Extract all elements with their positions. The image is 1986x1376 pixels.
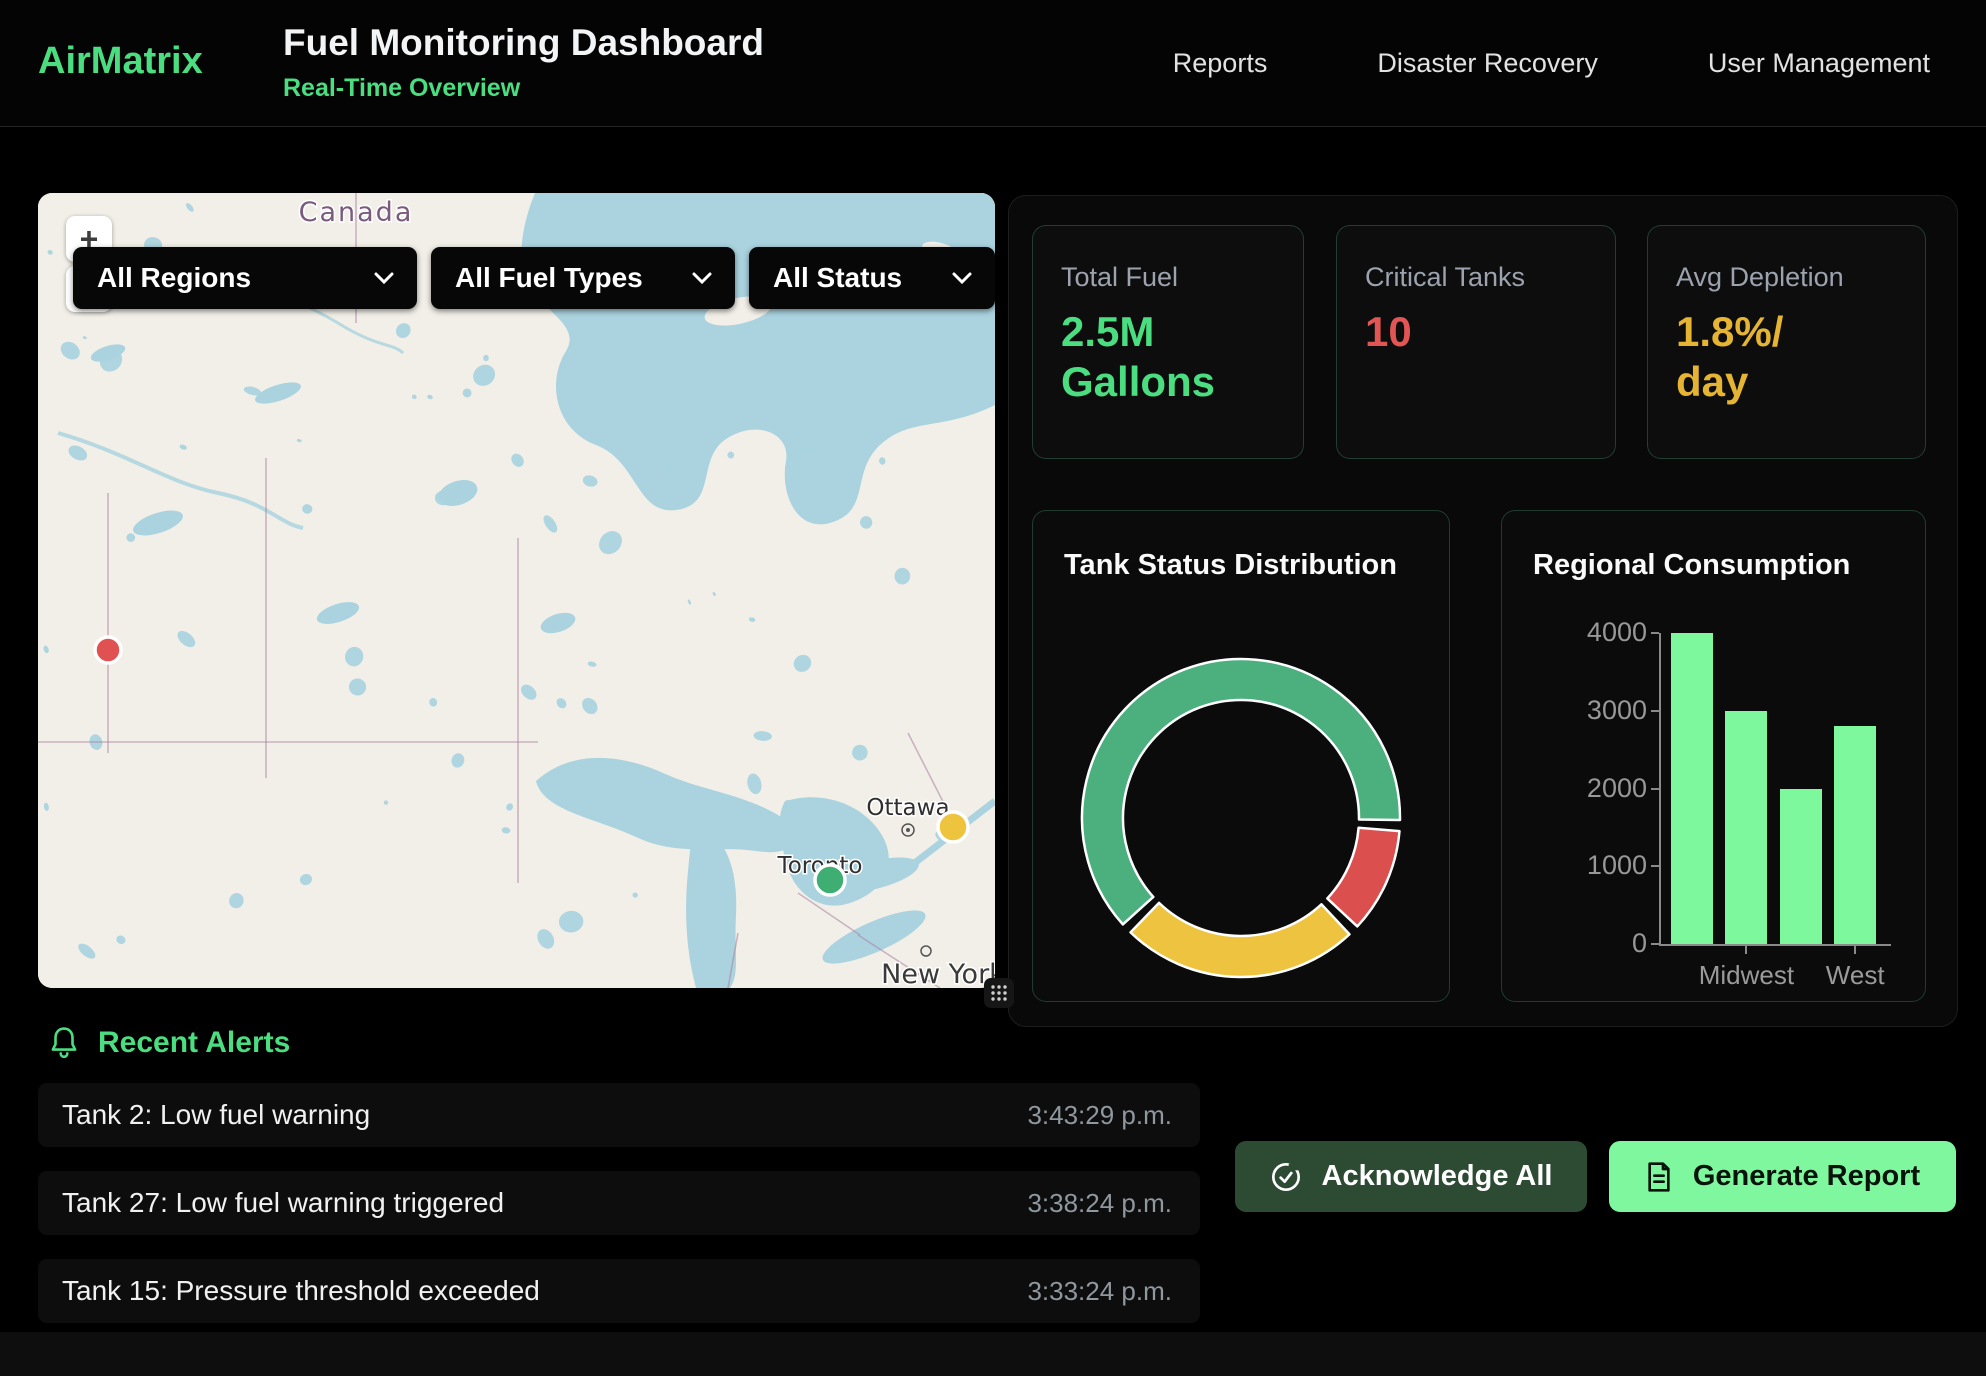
tank-status-donut-chart (1033, 511, 1451, 1003)
y-tick (1651, 865, 1659, 867)
stat-value-avg-depletion: 1.8%/day (1676, 307, 1798, 406)
map-canvas: CanadaOttawaTorontoNew York (38, 193, 995, 988)
y-tick-label: 1000 (1537, 850, 1647, 881)
nav-reports[interactable]: Reports (1173, 48, 1268, 79)
y-tick (1651, 710, 1659, 712)
status-filter-value: All Status (773, 262, 902, 294)
app-header: AirMatrix Fuel Monitoring Dashboard Real… (0, 0, 1986, 127)
stat-label: Critical Tanks (1365, 262, 1615, 293)
brand-logo: AirMatrix (38, 40, 203, 83)
bar-2 (1780, 789, 1822, 945)
alert-timestamp: 3:43:29 p.m. (1027, 1100, 1172, 1131)
red-status-marker[interactable] (95, 637, 121, 663)
green-status-marker[interactable] (815, 865, 845, 895)
alert-timestamp: 3:38:24 p.m. (1027, 1188, 1172, 1219)
bar-0 (1671, 633, 1713, 944)
alert-message: Tank 27: Low fuel warning triggered (62, 1187, 504, 1219)
y-tick-label: 2000 (1537, 773, 1647, 804)
generate-report-label: Generate Report (1693, 1160, 1920, 1193)
map-filter-bar: All Regions All Fuel Types All Status (73, 247, 995, 309)
svg-text:New York: New York (881, 959, 995, 988)
alert-list-item[interactable]: Tank 27: Low fuel warning triggered 3:38… (38, 1171, 1200, 1235)
footer-strip (0, 1332, 1986, 1376)
alert-timestamp: 3:33:24 p.m. (1027, 1276, 1172, 1307)
report-document-icon (1645, 1161, 1673, 1193)
alert-message: Tank 2: Low fuel warning (62, 1099, 370, 1131)
stat-label: Total Fuel (1061, 262, 1303, 293)
tank-status-chart-card: Tank Status Distribution (1032, 510, 1450, 1002)
fuel-type-filter-value: All Fuel Types (455, 262, 643, 294)
x-tick (1745, 946, 1747, 954)
recent-alerts-header: Recent Alerts (48, 1026, 290, 1060)
stat-card-total-fuel: Total Fuel 2.5M Gallons (1032, 225, 1304, 459)
y-tick-label: 3000 (1537, 695, 1647, 726)
regional-consumption-chart-card: Regional Consumption 01000200030004000Mi… (1501, 510, 1926, 1002)
stat-card-avg-depletion: Avg Depletion 1.8%/day (1647, 225, 1926, 459)
generate-report-button[interactable]: Generate Report (1609, 1141, 1956, 1212)
fuel-type-filter-dropdown[interactable]: All Fuel Types (431, 247, 735, 309)
y-tick (1651, 632, 1659, 634)
grip-dots-icon (990, 984, 1008, 1002)
yellow-status-marker[interactable] (938, 812, 968, 842)
page-title: Fuel Monitoring Dashboard (283, 22, 764, 64)
region-filter-dropdown[interactable]: All Regions (73, 247, 417, 309)
chevron-down-icon (691, 271, 713, 285)
stat-value-total-fuel: 2.5M Gallons (1061, 307, 1236, 406)
alert-list-item[interactable]: Tank 15: Pressure threshold exceeded 3:3… (38, 1259, 1200, 1323)
y-tick-label: 4000 (1537, 617, 1647, 648)
alert-list-item[interactable]: Tank 2: Low fuel warning 3:43:29 p.m. (38, 1083, 1200, 1147)
bell-icon (48, 1026, 80, 1060)
stat-value-critical-tanks: 10 (1365, 307, 1615, 357)
stat-label: Avg Depletion (1676, 262, 1925, 293)
map-attribution-grip[interactable] (984, 978, 1014, 1008)
main-nav: Reports Disaster Recovery User Managemen… (1173, 0, 1930, 126)
y-axis (1659, 633, 1661, 946)
acknowledge-all-label: Acknowledge All (1322, 1160, 1553, 1193)
page-subtitle: Real-Time Overview (283, 74, 520, 103)
stat-card-critical-tanks: Critical Tanks 10 (1336, 225, 1616, 459)
svg-text:Ottawa: Ottawa (866, 795, 949, 821)
y-tick (1651, 788, 1659, 790)
bar-1 (1725, 711, 1767, 944)
x-tick-label: West (1785, 960, 1925, 991)
regional-consumption-bar-chart: 01000200030004000MidwestWest (1502, 511, 1927, 1003)
region-filter-value: All Regions (97, 262, 251, 294)
bar-3 (1834, 726, 1876, 944)
alert-message: Tank 15: Pressure threshold exceeded (62, 1275, 540, 1307)
alerts-section-title: Recent Alerts (98, 1026, 290, 1060)
check-circle-icon (1270, 1161, 1302, 1193)
y-tick-label: 0 (1537, 928, 1647, 959)
donut-segment-yellow-warning (1131, 903, 1350, 977)
donut-segment-red-critical (1327, 828, 1399, 927)
nav-user-management[interactable]: User Management (1708, 48, 1930, 79)
chevron-down-icon (373, 271, 395, 285)
nav-disaster-recovery[interactable]: Disaster Recovery (1377, 48, 1598, 79)
y-tick (1651, 943, 1659, 945)
fuel-map[interactable]: CanadaOttawaTorontoNew York (38, 193, 995, 988)
x-axis (1659, 944, 1891, 946)
x-tick (1854, 946, 1856, 954)
chevron-down-icon (951, 271, 973, 285)
status-filter-dropdown[interactable]: All Status (749, 247, 995, 309)
acknowledge-all-button[interactable]: Acknowledge All (1235, 1141, 1587, 1212)
svg-text:Canada: Canada (299, 197, 414, 228)
